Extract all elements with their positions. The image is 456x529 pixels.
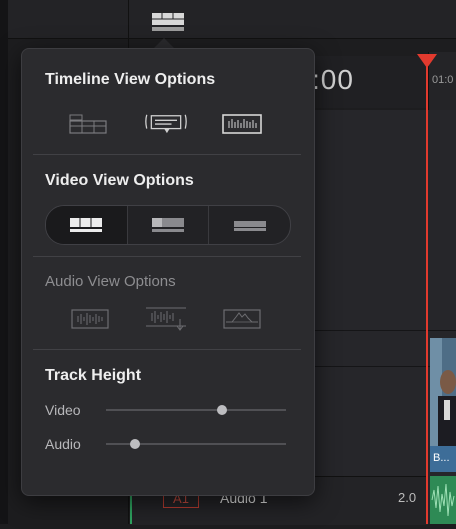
video-clip-thumbnail[interactable] <box>430 338 456 446</box>
audio-height-label: Audio <box>45 436 81 452</box>
waveform-envelope-button[interactable] <box>220 306 264 332</box>
timeline-view-options-title: Timeline View Options <box>45 71 216 88</box>
video-view-segmented-control <box>45 205 291 245</box>
waveform-overlay-icon <box>146 307 186 331</box>
audio-height-slider[interactable] <box>106 439 286 449</box>
simple-view-button[interactable] <box>209 206 290 244</box>
timeline-toolbar <box>8 0 456 39</box>
waveform-view-icon <box>71 309 109 329</box>
playhead-line[interactable] <box>426 62 428 524</box>
clip-name-label: B... <box>430 446 456 472</box>
left-gutter <box>0 0 8 524</box>
audio-waveform <box>431 483 455 517</box>
section-separator <box>33 154 301 155</box>
timeline-view-options-icon <box>152 13 184 31</box>
timecode-display: :00 <box>312 64 354 95</box>
section-separator <box>33 349 301 350</box>
waveform-envelope-icon <box>223 309 261 329</box>
video-height-slider-knob[interactable] <box>216 405 227 415</box>
timeline-view-options-popover: Timeline View Options Video View Options… <box>21 48 315 496</box>
popover-caret <box>154 38 174 48</box>
clip-thumbnail-image <box>430 338 456 446</box>
waveform-view-button[interactable] <box>68 306 112 332</box>
audio-waveform-icon <box>222 114 262 134</box>
audio-channel-format: 2.0 <box>398 490 417 505</box>
track-height-title: Track Height <box>45 367 142 384</box>
ruler-label: 01:0 <box>432 74 454 86</box>
stacked-timelines-icon <box>69 114 107 134</box>
audio-waveform-button[interactable] <box>220 111 264 137</box>
thumbnail-view-icon <box>152 218 184 232</box>
audio-view-options-title: Audio View Options <box>45 273 176 290</box>
video-view-options-title: Video View Options <box>45 172 194 189</box>
playhead-handle[interactable] <box>417 54 437 68</box>
track-divider <box>300 330 456 331</box>
filmstrip-view-icon <box>70 218 103 232</box>
waveform-overlay-button[interactable] <box>144 306 188 332</box>
audio-clip[interactable] <box>430 476 456 524</box>
timeline-view-options-button[interactable] <box>150 10 186 34</box>
video-height-slider[interactable] <box>106 405 286 415</box>
subtitle-track-button[interactable] <box>144 111 188 137</box>
audio-height-slider-knob[interactable] <box>129 439 140 449</box>
section-separator <box>33 256 301 257</box>
simple-view-icon <box>233 221 266 231</box>
subtitle-track-icon <box>145 114 187 134</box>
filmstrip-view-button[interactable] <box>46 206 128 244</box>
stacked-timelines-button[interactable] <box>66 111 110 137</box>
thumbnail-view-button[interactable] <box>128 206 210 244</box>
video-height-label: Video <box>45 402 81 418</box>
